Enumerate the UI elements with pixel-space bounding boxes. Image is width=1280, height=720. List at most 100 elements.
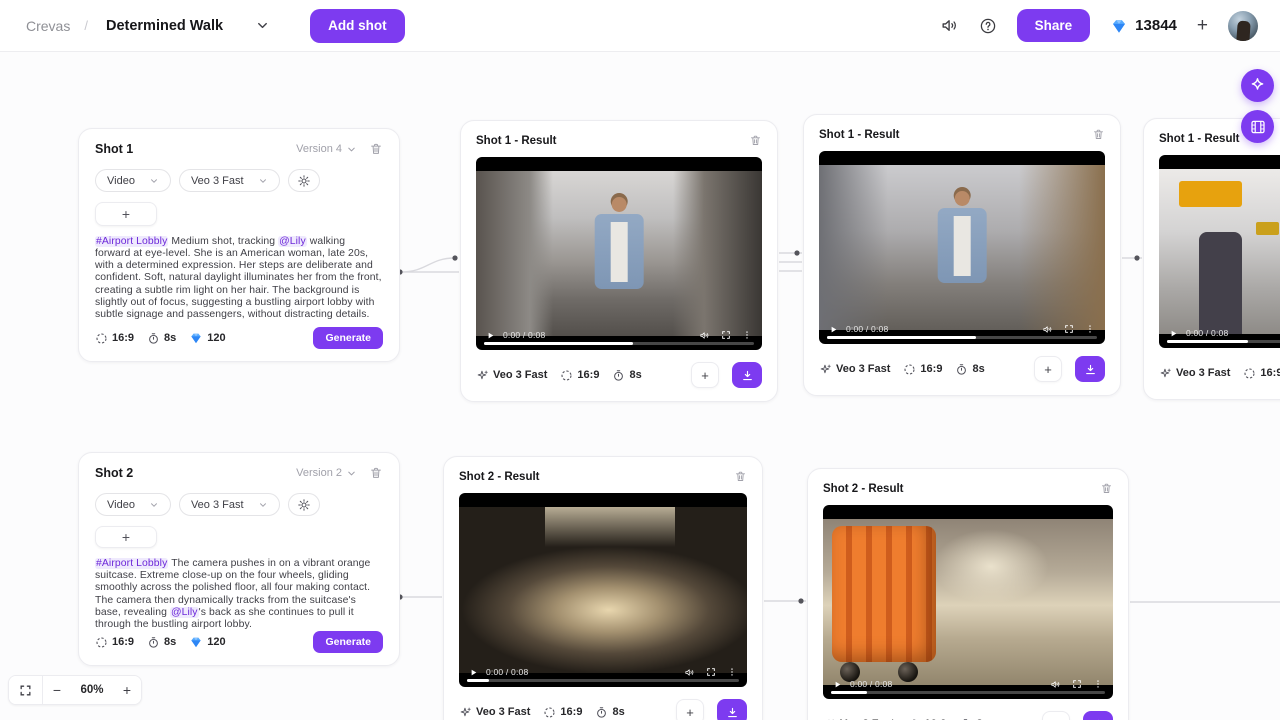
- chevron-down-icon: [149, 176, 159, 186]
- video-progress-bar[interactable]: [484, 342, 754, 345]
- add-shot-button[interactable]: Add shot: [310, 9, 405, 43]
- share-button[interactable]: Share: [1017, 9, 1091, 42]
- breadcrumb-project[interactable]: Crevas: [26, 18, 70, 34]
- add-reference-button[interactable]: +: [95, 202, 157, 226]
- ai-sparkle-icon: [819, 363, 832, 376]
- generate-button[interactable]: Generate: [313, 327, 383, 349]
- model-value: Veo 3 Fast: [1159, 367, 1230, 380]
- result-title: Shot 2 - Result: [823, 483, 904, 495]
- volume-icon[interactable]: [699, 330, 710, 341]
- timeline-button[interactable]: [1241, 110, 1274, 143]
- prompt-text[interactable]: #Airport Lobbly The camera pushes in on …: [95, 558, 383, 631]
- sound-icon[interactable]: [940, 16, 959, 35]
- play-icon[interactable]: [1169, 329, 1178, 338]
- result-card-1: Shot 1 - Result 0:00 / 0:08: [460, 120, 778, 402]
- video-progress-bar[interactable]: [827, 336, 1097, 339]
- result-title: Shot 2 - Result: [459, 471, 540, 483]
- fit-view-icon: [19, 684, 32, 697]
- add-to-shot-button[interactable]: +: [1042, 711, 1070, 720]
- filmstrip-icon: [1249, 118, 1267, 136]
- add-to-shot-button[interactable]: +: [691, 362, 719, 388]
- play-icon[interactable]: [829, 325, 838, 334]
- fullscreen-icon[interactable]: [1072, 679, 1082, 689]
- type-select[interactable]: Video: [95, 169, 171, 192]
- add-credits-button[interactable]: +: [1197, 16, 1208, 35]
- model-value: Veo 3 Fast: [476, 369, 547, 382]
- volume-icon[interactable]: [1042, 324, 1053, 335]
- model-value: Veo 3 Fast: [459, 706, 530, 719]
- fullscreen-icon[interactable]: [1064, 324, 1074, 334]
- video-progress-bar[interactable]: [467, 679, 739, 682]
- type-select[interactable]: Video: [95, 493, 171, 516]
- more-options-icon[interactable]: [1085, 324, 1095, 334]
- video-player[interactable]: 0:00 / 0:08: [476, 157, 762, 350]
- settings-button[interactable]: [288, 493, 320, 516]
- download-button[interactable]: [732, 362, 762, 388]
- model-select[interactable]: Veo 3 Fast: [179, 169, 280, 192]
- add-reference-button[interactable]: +: [95, 526, 157, 548]
- more-options-icon[interactable]: [1093, 679, 1103, 689]
- zoom-in-button[interactable]: +: [113, 676, 141, 704]
- ai-sparkle-icon: [459, 706, 472, 719]
- version-dropdown[interactable]: Version 4: [296, 143, 357, 155]
- avatar[interactable]: [1228, 11, 1258, 41]
- aspect-icon: [95, 332, 108, 345]
- delete-shot-button[interactable]: [369, 466, 383, 480]
- zoom-out-button[interactable]: −: [43, 676, 71, 704]
- download-icon: [1084, 363, 1097, 376]
- aspect-icon: [1243, 367, 1256, 380]
- play-icon[interactable]: [486, 331, 495, 340]
- aspect-icon: [543, 706, 556, 719]
- download-button[interactable]: [717, 699, 747, 720]
- zoom-controls: − 60% +: [8, 675, 142, 705]
- volume-icon[interactable]: [684, 667, 695, 678]
- more-options-icon[interactable]: [742, 330, 752, 340]
- play-icon[interactable]: [469, 668, 478, 677]
- settings-button[interactable]: [288, 169, 320, 192]
- delete-shot-button[interactable]: [369, 142, 383, 156]
- prompt-text[interactable]: #Airport Lobbly Medium shot, tracking @L…: [95, 236, 383, 321]
- add-to-shot-button[interactable]: +: [1034, 356, 1062, 382]
- delete-result-button[interactable]: [1092, 128, 1105, 141]
- video-progress-bar[interactable]: [831, 691, 1105, 694]
- add-to-shot-button[interactable]: +: [676, 699, 704, 720]
- video-thumbnail: [1159, 169, 1280, 334]
- duration-value: 8s: [147, 636, 176, 649]
- delete-result-button[interactable]: [1100, 482, 1113, 495]
- video-time: 0:00 / 0:08: [486, 667, 528, 677]
- node-canvas[interactable]: Shot 1 Version 4 Video Veo 3 Fast: [0, 0, 1280, 720]
- shot-card-2: Shot 2 Version 2 Video Veo 3 Fast: [78, 452, 400, 666]
- video-player[interactable]: 0:00 / 0:08: [823, 505, 1113, 699]
- version-dropdown[interactable]: Version 2: [296, 467, 357, 479]
- aspect-ratio-value: 16:9: [95, 332, 134, 345]
- download-button[interactable]: [1075, 356, 1105, 382]
- credits-counter: 13844: [1110, 17, 1177, 35]
- video-player[interactable]: 0:00 / 0:08: [1159, 155, 1280, 348]
- download-button[interactable]: [1083, 711, 1113, 720]
- project-title-chevron-icon[interactable]: [255, 18, 270, 33]
- model-select[interactable]: Veo 3 Fast: [179, 493, 280, 516]
- cost-value: 120: [189, 331, 225, 345]
- breadcrumb-separator: /: [84, 18, 88, 33]
- download-icon: [726, 706, 739, 719]
- result-card-4: Shot 2 - Result 0:00 / 0:08: [443, 456, 763, 720]
- help-icon[interactable]: [979, 17, 997, 35]
- project-title[interactable]: Determined Walk: [106, 18, 223, 34]
- shot-card-1: Shot 1 Version 4 Video Veo 3 Fast: [78, 128, 400, 362]
- video-player[interactable]: 0:00 / 0:08: [819, 151, 1105, 344]
- ai-assistant-button[interactable]: [1241, 69, 1274, 102]
- delete-result-button[interactable]: [734, 470, 747, 483]
- fullscreen-icon[interactable]: [706, 667, 716, 677]
- delete-result-button[interactable]: [749, 134, 762, 147]
- video-thumbnail: [823, 519, 1113, 685]
- more-options-icon[interactable]: [727, 667, 737, 677]
- video-progress-bar[interactable]: [1167, 340, 1280, 343]
- aspect-ratio-value: 16:9: [903, 363, 942, 376]
- play-icon[interactable]: [833, 680, 842, 689]
- fit-view-button[interactable]: [9, 676, 43, 704]
- aspect-icon: [903, 363, 916, 376]
- volume-icon[interactable]: [1050, 679, 1061, 690]
- fullscreen-icon[interactable]: [721, 330, 731, 340]
- video-player[interactable]: 0:00 / 0:08: [459, 493, 747, 687]
- generate-button[interactable]: Generate: [313, 631, 383, 653]
